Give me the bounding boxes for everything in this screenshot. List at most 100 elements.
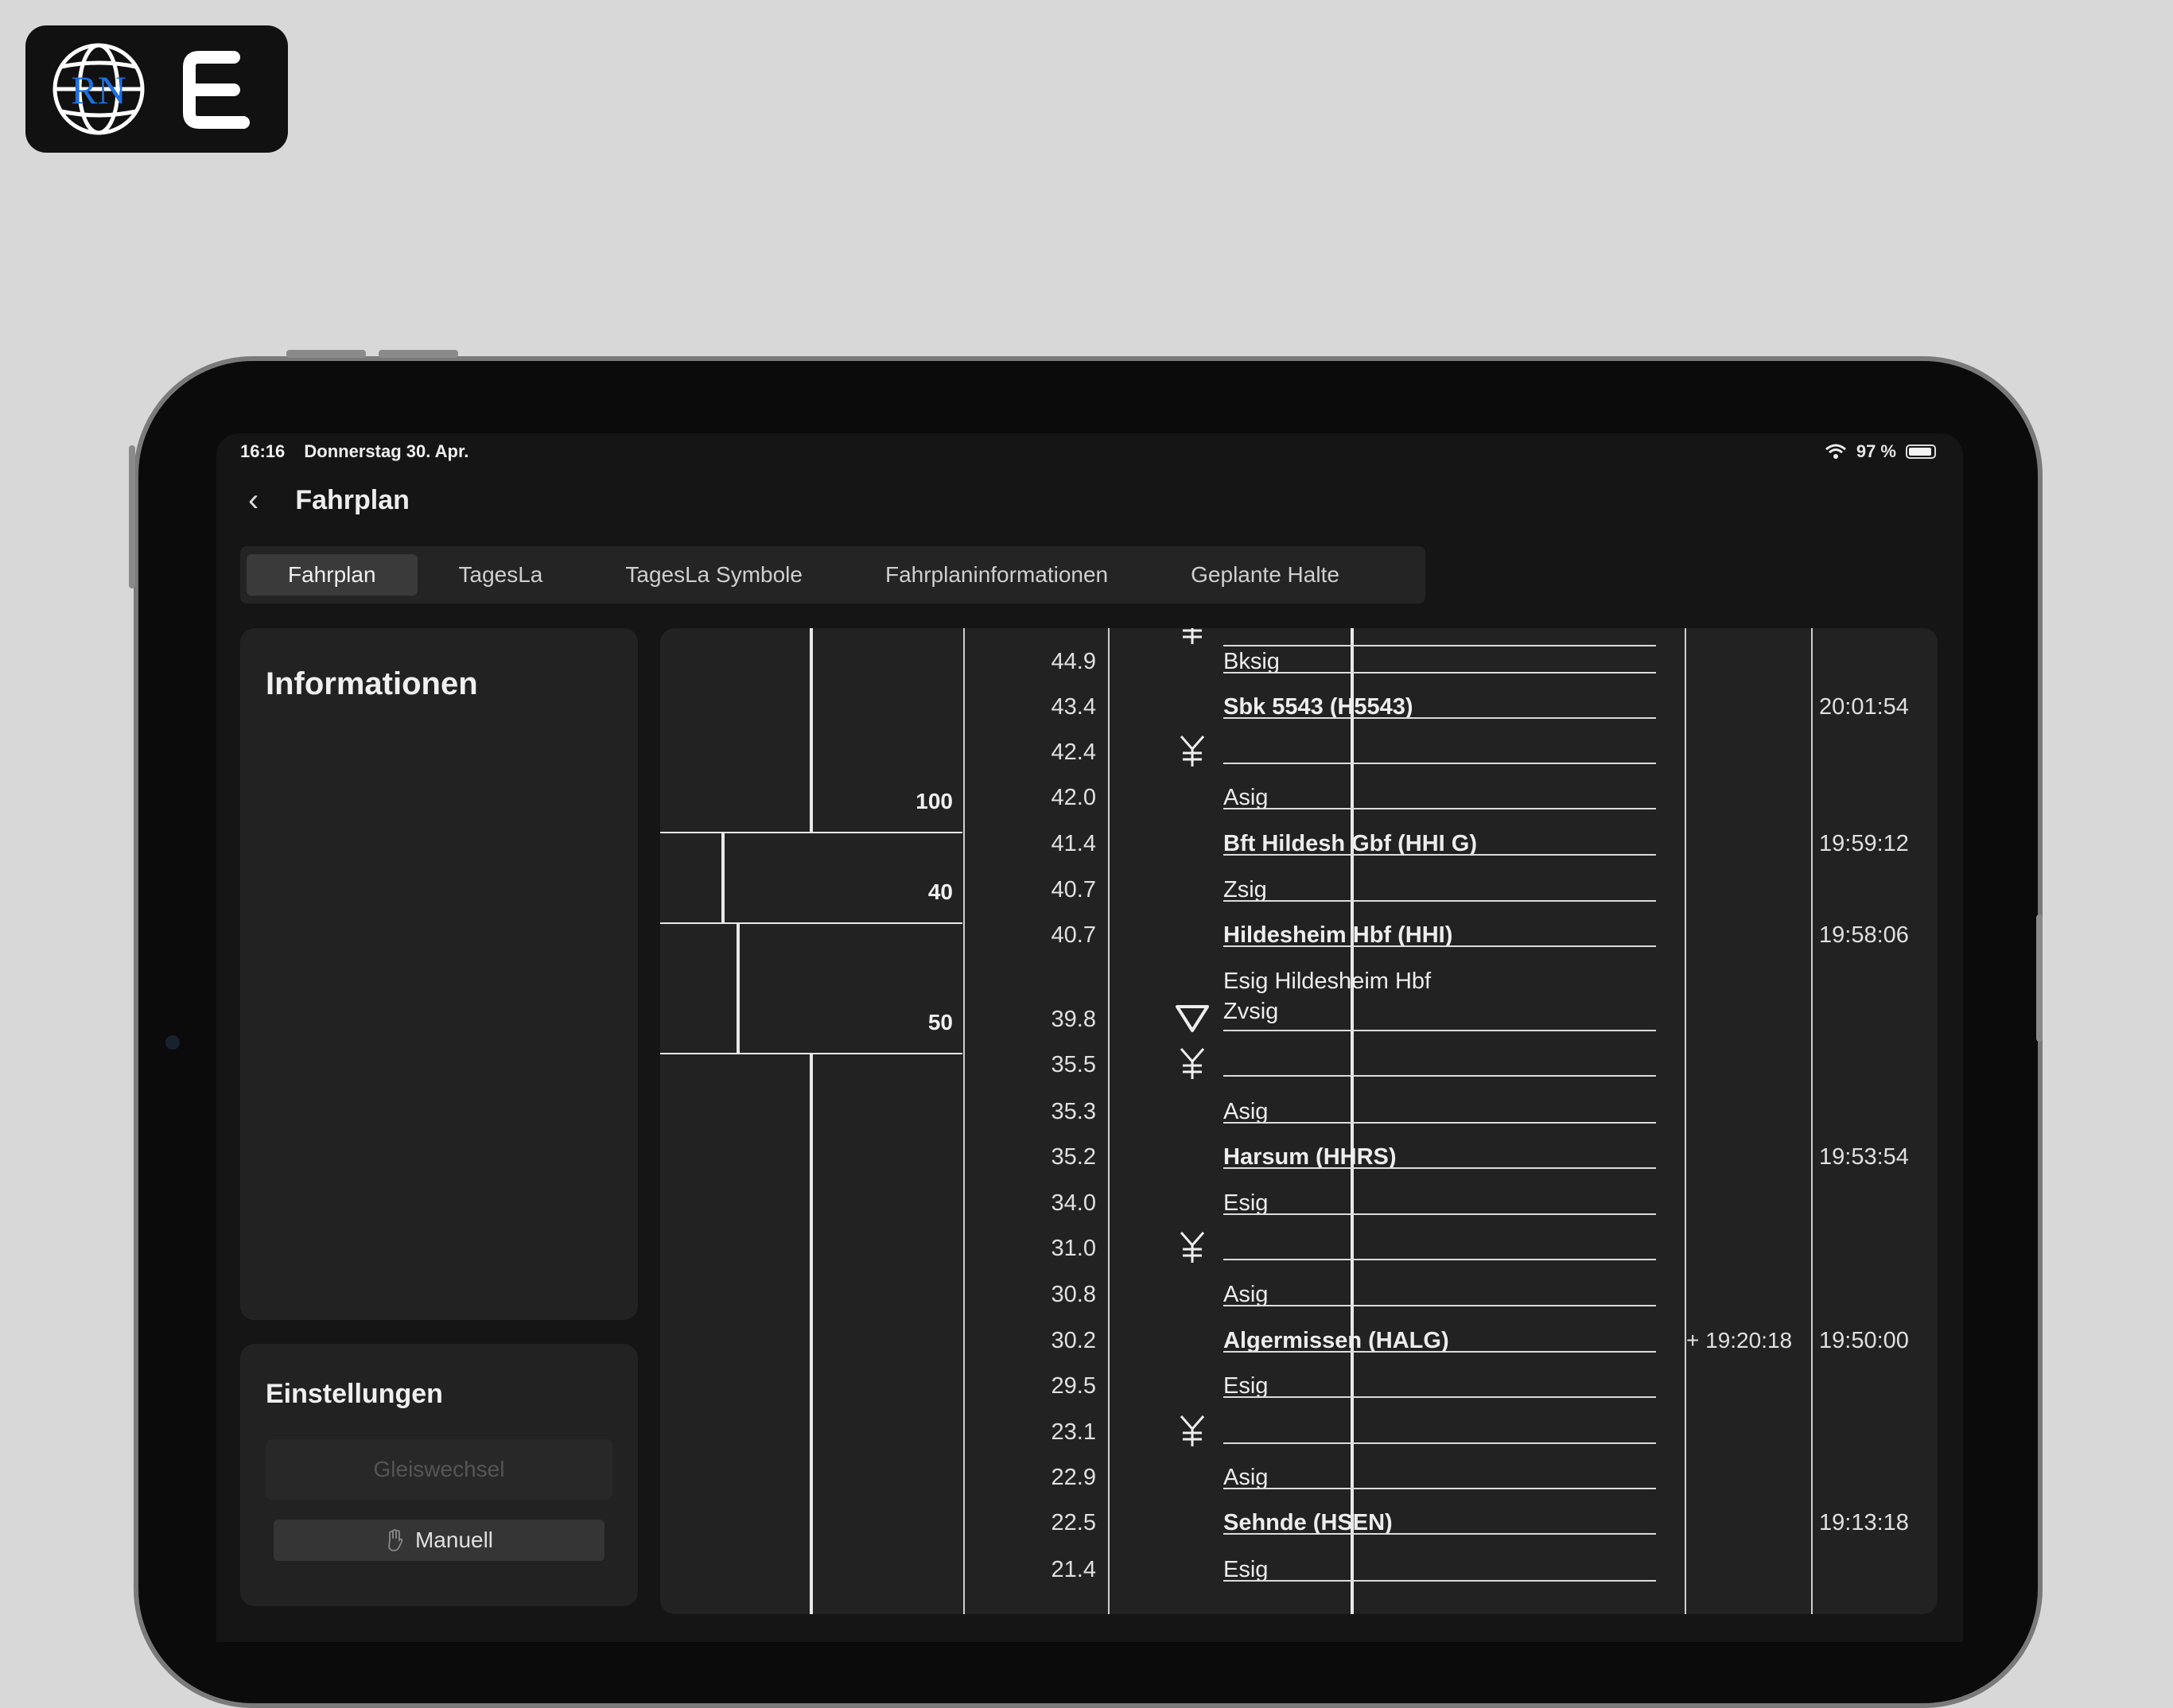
track-change-button[interactable]: Gleiswechsel (266, 1439, 612, 1500)
column-divider (1108, 628, 1110, 1614)
km-value: 42.4 (1051, 739, 1096, 765)
hardware-button (129, 445, 135, 588)
km-value: 35.3 (1051, 1099, 1096, 1124)
switch-icon (1180, 736, 1205, 767)
status-time: 16:16 (240, 441, 286, 461)
info-panel-title: Informationen (266, 666, 478, 701)
departure-time: 19:59:12 (1819, 831, 1909, 856)
row-divider (1223, 1442, 1656, 1444)
back-chevron-icon[interactable]: ‹ (248, 484, 259, 516)
departure-time: 19:50:00 (1819, 1328, 1909, 1353)
switch-icon (1183, 628, 1202, 644)
km-value: 35.2 (1051, 1144, 1096, 1170)
km-value: 21.4 (1051, 1557, 1096, 1582)
tab-fahrplan[interactable]: Fahrplan (247, 554, 418, 596)
row-divider (1223, 1075, 1656, 1077)
front-camera (165, 1035, 180, 1050)
station-name: Zvsig (1223, 999, 1279, 1024)
switch-icon (1180, 1048, 1205, 1079)
km-value: 35.5 (1051, 1052, 1096, 1077)
timetable[interactable]: 100 40 50 44.9 Bksig 43.4 Sbk 5543 (H5543) 2… (660, 628, 1938, 1614)
km-value: 44.9 (1051, 649, 1096, 674)
departure-time: 20:01:54 (1819, 694, 1909, 720)
km-value: 30.8 (1051, 1282, 1096, 1307)
status-date: Donnerstag 30. Apr. (304, 441, 469, 461)
departure-time: 19:13:18 (1819, 1510, 1909, 1535)
speed-line (810, 1054, 813, 1614)
tab-tagesla-symbole[interactable]: TagesLa Symbole (584, 554, 844, 596)
km-value: 23.1 (1051, 1419, 1096, 1445)
km-value: 31.0 (1051, 1236, 1096, 1261)
row-divider (1223, 1396, 1656, 1398)
hand-icon (388, 1529, 403, 1551)
hardware-button (379, 350, 458, 358)
switch-icon (1180, 1232, 1205, 1263)
speed-label: 100 (915, 789, 953, 813)
settings-panel: Einstellungen Gleiswechsel Manuell (240, 1344, 638, 1606)
hardware-button (286, 350, 366, 358)
tab-geplante-halte[interactable]: Geplante Halte (1149, 554, 1381, 596)
row-divider (1223, 854, 1656, 856)
km-value: 41.4 (1051, 831, 1096, 856)
battery-icon (1906, 444, 1936, 459)
row-divider (1223, 1122, 1656, 1124)
tab-fahrplaninformationen[interactable]: Fahrplaninformationen (844, 554, 1149, 596)
speed-divider (660, 832, 962, 833)
switch-icon (1180, 1415, 1205, 1446)
status-bar: 16:16 Donnerstag 30. Apr. (240, 441, 483, 462)
svg-text:RN: RN (71, 68, 126, 112)
departure-time: 19:58:06 (1819, 922, 1909, 948)
row-divider (1223, 1305, 1656, 1306)
segmented-tabs: Fahrplan TagesLa TagesLa Symbole Fahrpla… (240, 546, 1425, 604)
screen: 16:16 Donnerstag 30. Apr. 97 % ‹ Fahrpla… (216, 433, 1963, 1642)
page-title: Fahrplan (295, 484, 410, 515)
track-line (1351, 628, 1354, 1614)
globe-logo-icon: RN (52, 43, 250, 135)
row-divider (1223, 763, 1656, 764)
row-divider (1223, 1030, 1656, 1031)
speed-line (737, 924, 740, 1054)
row-divider (1223, 1580, 1656, 1582)
info-panel: Informationen (240, 628, 638, 1320)
km-value: 40.7 (1051, 922, 1096, 948)
km-value: 43.4 (1051, 694, 1096, 720)
extra-time: + 19:20:18 (1686, 1328, 1793, 1353)
row-divider (1223, 1213, 1656, 1215)
km-value: 42.0 (1051, 785, 1096, 810)
row-divider (1223, 717, 1656, 719)
wifi-icon (1825, 444, 1846, 459)
row-divider (1223, 945, 1656, 947)
tab-tagesla[interactable]: TagesLa (418, 554, 585, 596)
app-logo: RN (25, 25, 288, 153)
km-value: 22.5 (1051, 1510, 1096, 1535)
station-name: Esig Hildesheim Hbf (1223, 969, 1432, 994)
row-divider (1223, 645, 1656, 646)
triangle-icon (1176, 1005, 1209, 1032)
speed-line (810, 628, 813, 833)
column-divider (1811, 628, 1813, 1614)
km-value: 22.9 (1051, 1465, 1096, 1490)
row-divider (1223, 1533, 1656, 1535)
battery-percent: 97 % (1856, 441, 1896, 461)
departure-time: 19:53:54 (1819, 1144, 1909, 1170)
status-indicators: 97 % (1825, 441, 1936, 462)
km-value: 29.5 (1051, 1373, 1096, 1399)
speed-label: 50 (927, 1010, 953, 1035)
km-value: 30.2 (1051, 1328, 1096, 1353)
row-divider (1223, 1351, 1656, 1353)
km-value: 40.7 (1051, 877, 1096, 903)
km-value: 34.0 (1051, 1190, 1096, 1216)
row-divider (1223, 1488, 1656, 1489)
column-divider (1685, 628, 1686, 1614)
row-divider (1223, 900, 1656, 902)
row-divider (1223, 1259, 1656, 1260)
km-value: 39.8 (1051, 1007, 1096, 1032)
speed-label: 40 (927, 879, 953, 904)
hardware-button (2036, 914, 2043, 1042)
settings-panel-title: Einstellungen (266, 1379, 443, 1409)
nav-header: ‹ Fahrplan (248, 484, 410, 516)
manual-button[interactable]: Manuell (274, 1520, 604, 1561)
speed-line (721, 833, 725, 924)
speed-divider (660, 922, 962, 924)
row-divider (1223, 808, 1656, 809)
